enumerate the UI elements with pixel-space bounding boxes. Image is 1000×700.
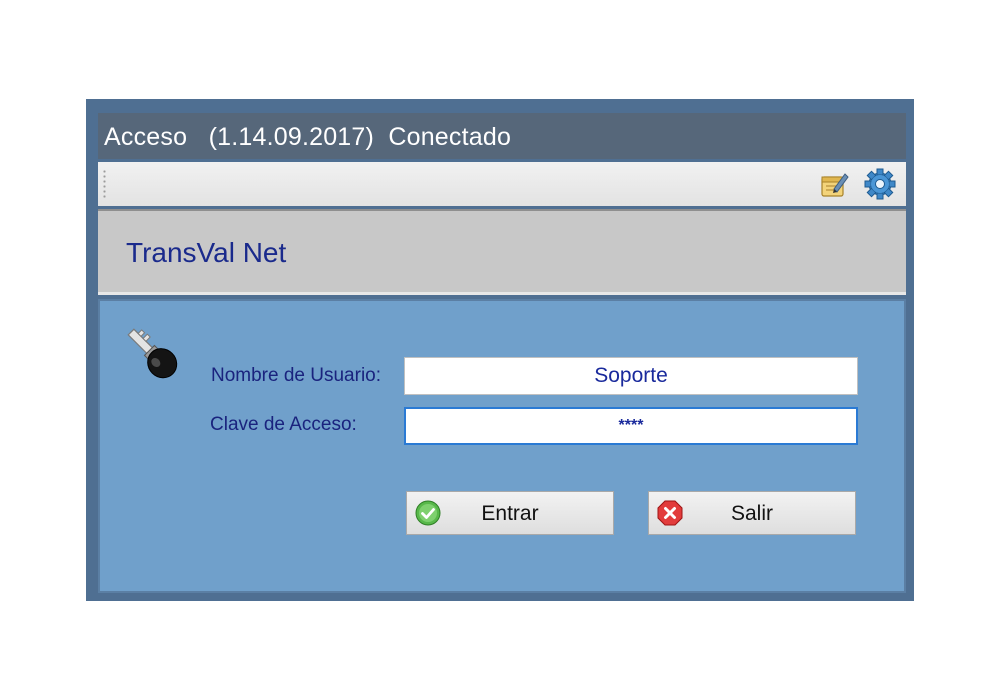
app-banner: TransVal Net: [98, 209, 906, 295]
username-field[interactable]: [404, 357, 858, 395]
login-window: Acceso (1.14.09.2017) Conectado TransVal…: [86, 99, 914, 601]
app-name: TransVal Net: [126, 237, 287, 268]
username-label: Nombre de Usuario:: [211, 365, 382, 386]
password-field[interactable]: [404, 407, 858, 445]
enter-button-label: Entrar: [481, 502, 539, 525]
window-title: Acceso (1.14.09.2017) Conectado: [104, 123, 512, 151]
key-icon: [120, 321, 186, 387]
exit-button-label: Salir: [730, 502, 773, 525]
toolbar: [98, 162, 906, 206]
notepad-edit-icon[interactable]: [818, 168, 850, 200]
gear-icon[interactable]: [864, 168, 896, 200]
enter-button[interactable]: Entrar: [406, 491, 614, 535]
password-label: Clave de Acceso:: [210, 414, 357, 435]
title-bar[interactable]: Acceso (1.14.09.2017) Conectado: [98, 113, 906, 159]
exit-button[interactable]: Salir: [648, 491, 856, 535]
toolbar-grip[interactable]: [103, 169, 106, 199]
login-form: Nombre de Usuario: Clave de Acceso: Entr…: [98, 299, 906, 593]
